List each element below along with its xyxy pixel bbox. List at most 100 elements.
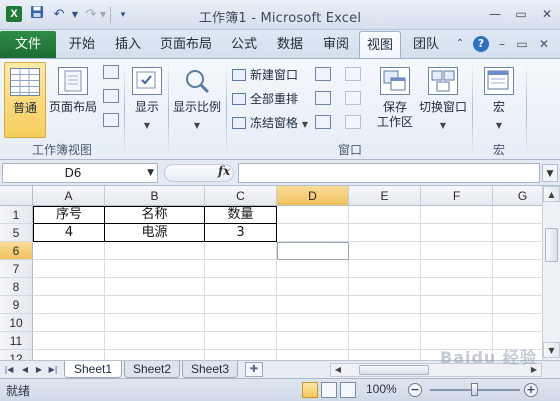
cell-B1[interactable]: 名称: [105, 206, 204, 224]
tab-file[interactable]: 文件: [0, 31, 56, 58]
switch-windows-button[interactable]: 切换窗口 ▼: [418, 62, 468, 138]
cell-A1[interactable]: 序号: [34, 206, 104, 224]
synchronous-scrolling-icon[interactable]: [345, 91, 361, 105]
page-break-preview-icon[interactable]: [103, 65, 119, 79]
page-layout-view-label: 页面布局: [48, 100, 97, 114]
help-icon[interactable]: ?: [473, 36, 489, 52]
normal-view-status-icon[interactable]: [302, 382, 318, 398]
row-header-8[interactable]: 8: [0, 278, 33, 296]
zoom-button[interactable]: 显示比例 ▼: [170, 62, 224, 138]
prev-sheet-icon[interactable]: ◀: [18, 362, 32, 378]
macros-button[interactable]: 宏 ▼: [478, 62, 520, 138]
workbook-minimize-icon[interactable]: –: [494, 36, 510, 52]
scroll-up-icon[interactable]: ▲: [543, 186, 560, 202]
name-box-dropdown-icon[interactable]: ▼: [147, 164, 154, 182]
column-header-B[interactable]: B: [105, 186, 205, 206]
sheet-tab-sheet1[interactable]: Sheet1: [64, 361, 122, 378]
select-all-corner[interactable]: [0, 186, 33, 206]
unhide-window-icon[interactable]: [315, 115, 331, 129]
normal-view-button[interactable]: 普通: [4, 62, 46, 138]
new-window-button[interactable]: 新建窗口: [232, 65, 298, 85]
freeze-panes-button[interactable]: 冻结窗格 ▼: [232, 113, 308, 133]
column-header-F[interactable]: F: [421, 186, 493, 206]
formula-bar: D6 ▼ fx ▼: [0, 160, 560, 186]
scroll-down-icon[interactable]: ▼: [543, 342, 560, 358]
expand-formula-bar-icon[interactable]: ▼: [542, 164, 558, 182]
page-layout-view-button[interactable]: 页面布局: [48, 62, 98, 138]
full-screen-icon[interactable]: [103, 113, 119, 127]
workbook-close-icon[interactable]: ✕: [536, 36, 552, 52]
sheet-tab-sheet3[interactable]: Sheet3: [182, 361, 238, 378]
zoom-level[interactable]: 100%: [366, 382, 397, 396]
tab-home[interactable]: 开始: [62, 31, 102, 58]
insert-function-icon[interactable]: fx: [218, 164, 230, 178]
row-header-9[interactable]: 9: [0, 296, 33, 314]
close-icon[interactable]: ✕: [534, 4, 560, 24]
horizontal-scroll-thumb[interactable]: [359, 365, 429, 375]
tab-team[interactable]: 团队: [406, 31, 446, 58]
row-header-1[interactable]: 1: [0, 206, 33, 224]
cell-C1[interactable]: 数量: [205, 206, 276, 224]
hide-window-icon[interactable]: [315, 91, 331, 105]
row-header-11[interactable]: 11: [0, 332, 33, 350]
first-sheet-icon[interactable]: |◀: [2, 362, 16, 378]
formula-input[interactable]: [238, 163, 540, 183]
row-header-7[interactable]: 7: [0, 260, 33, 278]
row-header-10[interactable]: 10: [0, 314, 33, 332]
page-layout-status-icon[interactable]: [321, 382, 337, 398]
tab-insert[interactable]: 插入: [108, 31, 148, 58]
row-header-12[interactable]: 12: [0, 350, 33, 360]
zoom-in-icon[interactable]: +: [524, 383, 538, 397]
workbook-restore-icon[interactable]: ▭: [514, 36, 530, 52]
row-header-6[interactable]: 6: [0, 242, 33, 260]
cell-C5[interactable]: 3: [205, 224, 276, 242]
split-icon[interactable]: [315, 67, 331, 81]
status-bar: 就绪 100% − +: [0, 378, 560, 401]
zoom-out-icon[interactable]: −: [408, 383, 422, 397]
page-break-status-icon[interactable]: [340, 382, 356, 398]
show-button[interactable]: 显示 ▼: [128, 62, 166, 138]
custom-views-icon[interactable]: [103, 89, 119, 103]
next-sheet-icon[interactable]: ▶: [32, 362, 46, 378]
group-label-workbook-views: 工作簿视图: [31, 143, 92, 157]
tab-page-layout[interactable]: 页面布局: [154, 31, 218, 58]
show-dropdown-icon: ▼: [143, 121, 151, 130]
title-bar: X ↶ ▼ ↷ ▼ ▾ 工作簿1 - Microsoft Excel — ▭ ✕: [0, 0, 560, 30]
name-box[interactable]: D6 ▼: [2, 163, 158, 183]
tab-view[interactable]: 视图: [359, 31, 401, 58]
restore-icon[interactable]: ▭: [508, 4, 534, 24]
zoom-slider-thumb[interactable]: [471, 383, 478, 396]
tab-formulas[interactable]: 公式: [224, 31, 264, 58]
minimize-icon[interactable]: —: [482, 4, 508, 24]
reset-window-position-icon[interactable]: [345, 115, 361, 129]
column-header-E[interactable]: E: [349, 186, 421, 206]
column-header-C[interactable]: C: [205, 186, 277, 206]
minimize-ribbon-icon[interactable]: ⌃: [452, 36, 468, 52]
macros-dropdown-icon: ▼: [495, 121, 503, 130]
freeze-panes-dropdown-icon: ▼: [301, 120, 308, 129]
column-header-A[interactable]: A: [33, 186, 105, 206]
column-header-G[interactable]: G: [493, 186, 542, 206]
scroll-left-icon[interactable]: ◀: [331, 364, 345, 376]
gridline: [33, 295, 542, 296]
active-cell-D6[interactable]: [277, 242, 349, 260]
group-separator: [526, 63, 527, 157]
sheet-tab-sheet2[interactable]: Sheet2: [124, 361, 180, 378]
last-sheet-icon[interactable]: ▶|: [46, 362, 60, 378]
arrange-all-button[interactable]: 全部重排: [232, 89, 298, 109]
group-label-window: 窗口: [337, 143, 362, 157]
vertical-scroll-thumb[interactable]: [545, 228, 558, 262]
tab-data[interactable]: 数据: [270, 31, 310, 58]
worksheet-grid[interactable]: A B C D E F G 1 5 6 7 8 9 10 11 12 序号 名称…: [0, 186, 542, 360]
insert-worksheet-icon[interactable]: ✚: [245, 362, 263, 377]
row-header-5[interactable]: 5: [0, 224, 33, 242]
column-header-D[interactable]: D: [277, 186, 349, 206]
view-side-by-side-icon[interactable]: [345, 67, 361, 81]
cell-A5[interactable]: 4: [34, 224, 104, 242]
tab-review[interactable]: 审阅: [316, 31, 356, 58]
show-label: 显示: [134, 100, 159, 114]
window-title: 工作簿1 - Microsoft Excel: [198, 11, 362, 26]
cell-B5[interactable]: 电源: [105, 224, 204, 242]
save-workspace-button[interactable]: 保存 工作区: [372, 62, 418, 138]
vertical-scrollbar[interactable]: ▲ ▼: [542, 186, 560, 360]
